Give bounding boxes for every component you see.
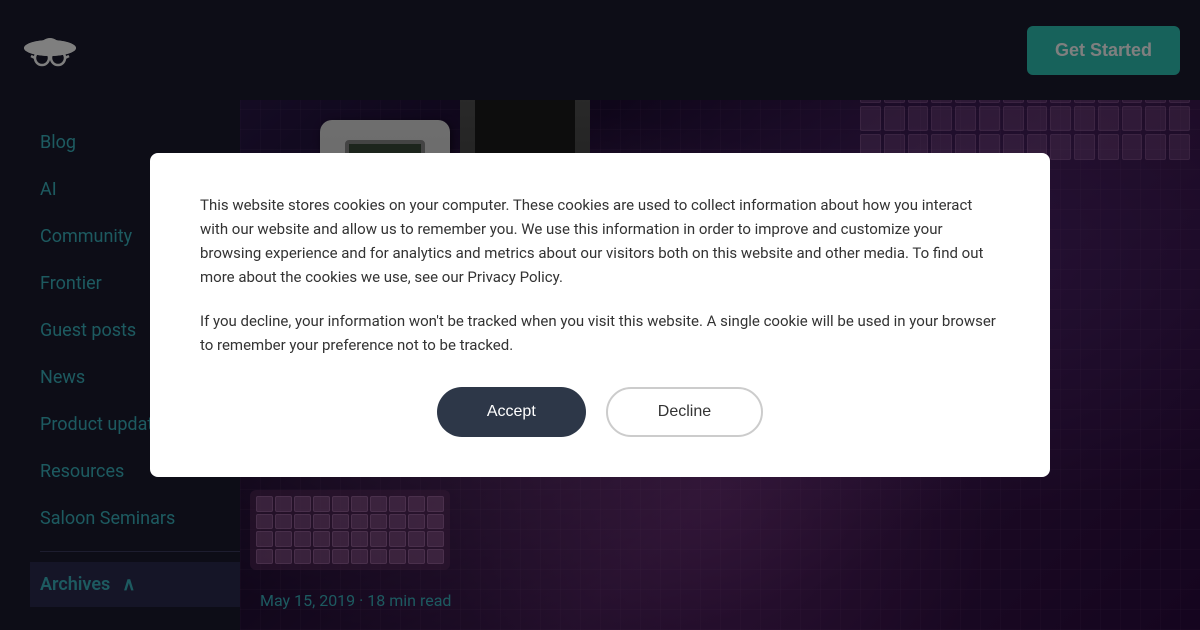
- overlay-backdrop: This website stores cookies on your comp…: [0, 0, 1200, 630]
- cookie-paragraph-1: This website stores cookies on your comp…: [200, 193, 1000, 289]
- cookie-buttons: Accept Decline: [200, 387, 1000, 437]
- cookie-paragraph-2: If you decline, your information won't b…: [200, 309, 1000, 357]
- decline-button[interactable]: Decline: [606, 387, 763, 437]
- accept-button[interactable]: Accept: [437, 387, 586, 437]
- cookie-modal: This website stores cookies on your comp…: [150, 153, 1050, 477]
